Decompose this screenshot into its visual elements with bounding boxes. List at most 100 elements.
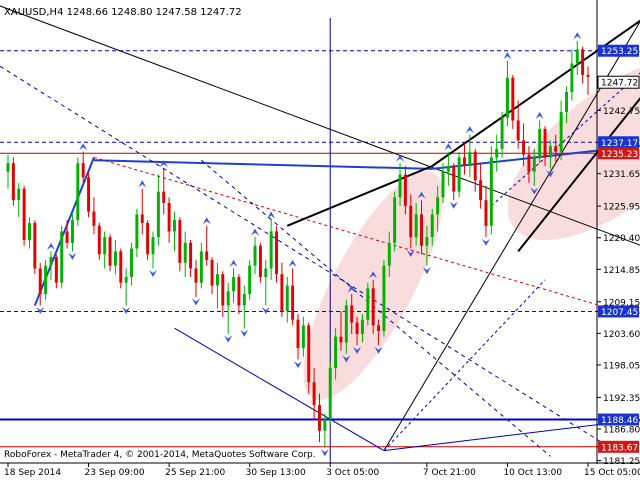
candle-body [387,242,391,266]
down-arrow-icon [149,270,157,277]
price-tick-label: 1242.75 [603,107,640,117]
candle-body [285,285,289,312]
candle-body [226,291,230,306]
candle-body [291,285,295,320]
candle-body [538,129,542,158]
candle-body [350,305,354,323]
time-tick-label: 7 Oct 21:00 [423,468,476,478]
candle-body [221,274,225,306]
price-tag-label: 1207.45 [601,308,638,318]
candle-body [446,166,450,172]
candle-body [398,174,402,198]
candle-body [355,322,359,334]
candle-body [194,268,198,283]
candles-layer [6,40,590,448]
down-arrow-icon [36,307,45,314]
candle-body [452,166,456,192]
candle-body [87,177,91,212]
price-tick-label: 1181.25 [603,457,640,467]
price-tick-label: 1214.85 [603,266,640,276]
time-tick-label: 10 Oct 13:00 [503,468,562,478]
candle-body [215,274,219,286]
up-arrow-icon [202,217,211,225]
candle-body [425,237,429,246]
candle-body [430,214,434,238]
candle-body [323,419,327,431]
candle-body [205,251,209,260]
price-tag-label: 1247.72 [601,79,638,89]
up-arrow-icon [251,228,260,236]
candle-body [479,180,483,201]
candle-body [210,259,214,286]
candle-body [339,336,343,343]
candle-body [382,265,386,332]
candle-body [511,77,515,121]
price-tick-label: 1186.80 [603,425,640,435]
candle-body [54,257,58,283]
impulse-line-up [33,157,95,306]
candle-body [420,214,423,246]
candle-body [318,405,321,431]
candle-body [92,211,96,226]
candle-body [178,220,182,263]
candle-body [296,319,300,349]
candle-body [527,154,531,172]
price-tag-label: 1237.17 [601,139,638,149]
candle-body [44,265,48,295]
candle-body [463,157,466,166]
candle-body [334,336,338,369]
candle-body [253,245,257,266]
candle-body [232,277,236,292]
candle-body [441,171,445,198]
time-tick-label: 25 Sep 21:00 [165,468,225,478]
candle-body [103,237,107,255]
candle-body [162,191,166,203]
candle-body [38,268,42,295]
up-arrow-icon [138,180,147,188]
price-tag-label: 1253.25 [601,47,638,57]
candle-body [344,305,348,343]
down-arrow-icon [224,335,233,343]
up-arrow-icon [535,111,544,119]
candle-body [366,288,370,320]
price-tick-label: 1231.65 [603,170,640,180]
candle-body [183,242,187,263]
down-arrow-icon [320,449,329,457]
candle-body [393,197,397,243]
time-tick-label: 23 Sep 09:00 [85,468,145,478]
candle-body [28,222,31,240]
candle-body [156,191,160,238]
time-tick-label: 18 Sep 2014 [4,468,61,478]
price-tick-label: 1192.35 [603,394,640,404]
candle-body [124,277,128,283]
candle-body [586,74,590,77]
down-arrow-icon [261,307,270,314]
candle-body [173,220,176,232]
candle-body [312,382,316,406]
down-arrow-icon [294,361,302,369]
price-tag-label: 1188.46 [601,416,638,426]
candle-body [264,268,268,277]
candle-body [403,174,407,206]
price-tick-label: 1220.40 [603,234,640,244]
up-arrow-icon [573,32,582,40]
candle-body [409,205,413,238]
candle-body [17,188,21,201]
candle-body [130,248,133,277]
down-arrow-icon [240,329,249,337]
candle-body [108,237,112,266]
price-tick-label: 1198.05 [603,361,640,371]
candle-body [532,157,536,172]
up-arrow-icon [503,52,512,60]
price-tick-label: 1225.95 [603,203,640,213]
candle-body [248,265,252,295]
candle-body [436,197,440,215]
price-chart: 1253.25 1247.72 1242.75 1237.171235.23 1231.… [0,0,640,478]
candle-body [360,319,364,334]
symbol-header: XAUUSD,H4 1248.66 1248.80 1247.58 1247.7… [4,7,242,18]
candle-body [489,157,493,226]
candle-body [505,77,509,118]
down-arrow-icon [122,307,131,314]
candle-body [559,111,563,152]
chart-area: 1253.25 1247.72 1242.75 1237.171235.23 1231.… [0,0,640,480]
